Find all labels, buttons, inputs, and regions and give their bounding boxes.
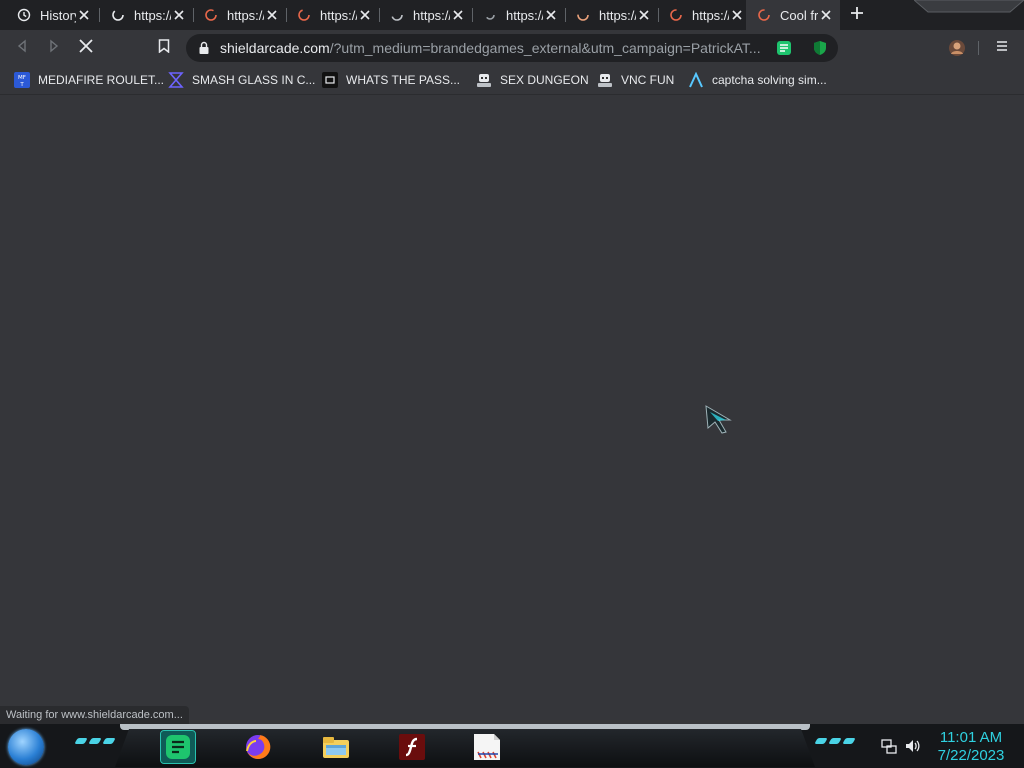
chevron-decoration-icon <box>74 738 116 744</box>
file-explorer-icon[interactable] <box>319 731 353 763</box>
bookmark-whats-the-pass[interactable]: WHATS THE PASS... <box>322 70 460 90</box>
svg-text:T: T <box>19 82 24 88</box>
tab-loading[interactable]: https:// <box>658 0 751 30</box>
frame-decoration <box>914 0 1024 13</box>
stop-button[interactable] <box>73 35 99 61</box>
address-bar[interactable]: shieldarcade.com/?utm_medium=brandedgame… <box>186 34 838 62</box>
status-bubble: Waiting for www.shieldarcade.com... <box>0 706 189 724</box>
tab-loading[interactable]: https:// <box>472 0 565 30</box>
tab-title: https:// <box>227 7 264 23</box>
bookmark-label: captcha solving sim... <box>712 73 827 87</box>
tab-strip: History https:// https:// https:// https… <box>0 0 1024 30</box>
tab-title: Cool fr <box>780 7 818 23</box>
tab-title: https:// <box>599 7 636 23</box>
tab-active[interactable]: Cool fr <box>746 0 840 30</box>
tab-loading[interactable]: https:// <box>193 0 286 30</box>
tab-history[interactable]: History <box>6 0 98 30</box>
bookmarks-bar: MF T MEDIAFIRE ROULET... SMASH GLASS IN C… <box>0 66 1024 95</box>
lock-icon <box>196 40 212 56</box>
hamburger-menu-icon <box>996 39 1008 57</box>
tab-loading[interactable]: https:// <box>100 0 193 30</box>
tab-title: https:// <box>692 7 729 23</box>
mouse-cursor-icon <box>705 405 732 434</box>
mediafire-icon: MF T <box>14 72 30 88</box>
bookmark-vnc-fun[interactable]: VNC FUN <box>597 70 674 90</box>
tab-title: https:// <box>134 7 171 23</box>
close-icon[interactable] <box>636 7 652 23</box>
loading-spinner-icon <box>203 7 219 23</box>
arrow-right-icon <box>47 39 61 58</box>
url-text: shieldarcade.com/?utm_medium=brandedgame… <box>220 40 774 56</box>
close-icon[interactable] <box>357 7 373 23</box>
bookmark-label: WHATS THE PASS... <box>346 73 461 87</box>
bookmark-mediafire-roulette[interactable]: MF T MEDIAFIRE ROULET... <box>14 70 164 90</box>
bookmark-sex-dungeon[interactable]: SEX DUNGEON <box>476 70 589 90</box>
menu-button[interactable] <box>989 35 1015 61</box>
taskbar <box>0 724 1024 768</box>
firefox-icon[interactable] <box>241 731 275 763</box>
bracket-icon <box>168 72 184 88</box>
taskbar-band <box>115 729 815 767</box>
volume-icon[interactable] <box>903 736 923 756</box>
bookmark-smash-glass[interactable]: SMASH GLASS IN C... <box>168 70 315 90</box>
clock-time: 11:01 AM <box>939 729 1003 746</box>
loading-spinner-icon <box>389 7 405 23</box>
tab-title: https:// <box>320 7 357 23</box>
loading-spinner-icon <box>756 7 772 23</box>
robot-icon <box>597 72 613 88</box>
clock-date: 7/22/2023 <box>937 747 1005 764</box>
close-icon[interactable] <box>543 7 559 23</box>
page-viewport[interactable] <box>0 95 1024 725</box>
tab-title: https:// <box>506 7 543 23</box>
profile-avatar[interactable] <box>944 35 970 61</box>
close-icon[interactable] <box>264 7 280 23</box>
new-tab-button[interactable] <box>846 4 868 26</box>
svg-text:MF: MF <box>18 75 26 81</box>
close-icon[interactable] <box>171 7 187 23</box>
tab-title: https:// <box>413 7 450 23</box>
loading-spinner-icon <box>110 7 126 23</box>
loading-spinner-icon <box>575 7 591 23</box>
forward-button[interactable] <box>41 35 67 61</box>
loading-spinner-icon <box>296 7 312 23</box>
loading-spinner-icon <box>482 7 498 23</box>
close-icon[interactable] <box>76 7 92 23</box>
flash-player-icon[interactable] <box>395 731 429 763</box>
bookmark-icon <box>158 38 170 58</box>
bookmark-button[interactable] <box>151 35 177 61</box>
document-icon[interactable] <box>470 731 504 763</box>
browser-toolbar: shieldarcade.com/?utm_medium=brandedgame… <box>0 30 1024 66</box>
back-button[interactable] <box>9 35 35 61</box>
plus-icon <box>850 6 864 25</box>
close-icon[interactable] <box>818 7 834 23</box>
bookmark-label: SEX DUNGEON <box>500 73 589 87</box>
tab-title: History <box>40 7 76 23</box>
tab-loading[interactable]: https:// <box>379 0 472 30</box>
close-icon <box>79 38 93 58</box>
start-button[interactable] <box>8 729 44 765</box>
notes-app-icon[interactable] <box>160 730 196 764</box>
tab-loading[interactable]: https:// <box>286 0 379 30</box>
tab-loading[interactable]: https:// <box>565 0 658 30</box>
close-icon[interactable] <box>450 7 466 23</box>
close-icon[interactable] <box>729 7 745 23</box>
notes-extension-icon[interactable] <box>774 38 794 58</box>
bookmark-label: VNC FUN <box>621 73 675 87</box>
avatar-icon <box>949 40 965 56</box>
bookmark-label: SMASH GLASS IN C... <box>192 73 316 87</box>
bookmark-captcha-solving[interactable]: captcha solving sim... <box>688 70 827 90</box>
robot-icon <box>476 72 492 88</box>
url-path: /?utm_medium=brandedgames_external&utm_c… <box>329 40 761 56</box>
bookmark-label: MEDIAFIRE ROULET... <box>38 73 165 87</box>
chevron-decoration-icon <box>814 738 856 744</box>
shield-extension-icon[interactable] <box>810 38 830 58</box>
url-host: shieldarcade.com <box>220 40 330 56</box>
terminal-icon <box>322 72 338 88</box>
system-clock[interactable]: 11:01 AM 7/22/2023 <box>928 729 1014 765</box>
network-icon[interactable] <box>880 736 898 756</box>
history-icon <box>16 7 32 23</box>
lambda-icon <box>688 72 704 88</box>
arrow-left-icon <box>15 39 29 58</box>
loading-spinner-icon <box>668 7 684 23</box>
